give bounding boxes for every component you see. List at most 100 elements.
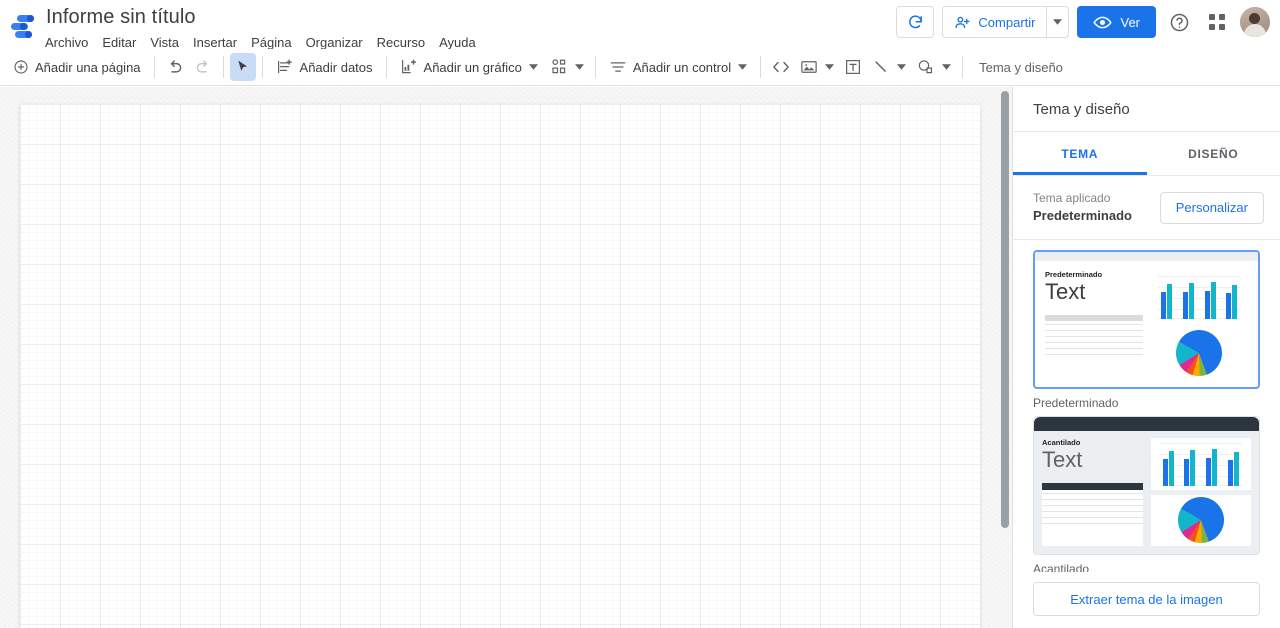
toolbar-divider	[594, 56, 596, 78]
preview-table	[1045, 315, 1143, 379]
add-data-icon	[276, 58, 294, 76]
looker-studio-window: Informe sin título Archivo Editar Vista …	[0, 0, 1280, 628]
add-data-label: Añadir datos	[299, 59, 373, 75]
looker-studio-logo-icon	[9, 13, 35, 39]
chevron-down-icon	[897, 64, 907, 70]
insert-shape-button[interactable]	[911, 53, 956, 81]
community-visualization-icon	[550, 58, 568, 76]
add-chart-label: Añadir un gráfico	[423, 59, 522, 75]
toolbar-divider	[962, 56, 964, 78]
code-embed-icon	[772, 60, 790, 74]
refresh-icon	[907, 14, 924, 31]
person-add-icon	[954, 14, 971, 31]
eye-icon	[1093, 13, 1113, 32]
applied-theme-label: Tema aplicado	[1033, 191, 1111, 205]
add-page-label: Añadir una página	[35, 59, 141, 75]
insert-image-button[interactable]	[795, 53, 839, 81]
title-and-menu: Informe sin título Archivo Editar Vista …	[44, 0, 483, 54]
preview-left: Predeterminado Text	[1045, 270, 1143, 379]
report-canvas-area[interactable]	[0, 87, 1012, 628]
toolbar-divider	[760, 56, 762, 78]
apps-grid-icon	[1208, 13, 1226, 31]
top-bar: Informe sin título Archivo Editar Vista …	[0, 0, 1280, 50]
preview-table	[1042, 483, 1143, 546]
share-dropdown-button[interactable]	[1046, 7, 1068, 37]
theme-list[interactable]: Predeterminado Text Predeterminado Acant…	[1013, 240, 1280, 572]
theme-name-acantilado: Acantilado	[1033, 562, 1090, 572]
extract-theme-from-image-button[interactable]: Extraer tema de la imagen	[1033, 582, 1260, 616]
report-page[interactable]	[20, 104, 980, 628]
help-circle-icon	[1169, 12, 1190, 33]
customize-button[interactable]: Personalizar	[1159, 191, 1264, 224]
applied-theme-row: Tema aplicado Predeterminado Personaliza…	[1013, 176, 1280, 240]
insert-line-button[interactable]	[867, 53, 911, 81]
panel-tabs: TEMA DISEÑO	[1013, 132, 1280, 176]
chevron-down-icon	[528, 64, 538, 70]
add-chart-button[interactable]: Añadir un gráfico	[393, 53, 545, 81]
preview-body: Predeterminado Text	[1035, 261, 1258, 387]
preview-table-rows	[1045, 321, 1143, 355]
share-button-group: Compartir	[942, 6, 1070, 38]
toolbar-divider	[222, 56, 224, 78]
applied-theme-text: Tema aplicado Predeterminado	[1033, 190, 1132, 225]
preview-pie-chart	[1151, 327, 1249, 379]
apps-button[interactable]	[1202, 7, 1232, 37]
preview-pie-chart	[1150, 494, 1251, 546]
view-button[interactable]: Ver	[1077, 6, 1156, 38]
preview-right	[1150, 438, 1251, 546]
preview-left: Acantilado Text	[1042, 438, 1143, 546]
preview-table-header	[1042, 483, 1143, 490]
theme-and-layout-toolbar-label[interactable]: Tema y diseño	[969, 60, 1073, 75]
plus-circle-icon	[13, 59, 29, 75]
add-page-button[interactable]: Añadir una página	[6, 53, 148, 81]
undo-button[interactable]	[161, 53, 189, 81]
theme-entry-acantilado: Acantilado Text Acantilado	[1013, 416, 1280, 572]
community-visualization-button[interactable]	[545, 53, 589, 81]
view-label: Ver	[1120, 14, 1140, 30]
shape-icon	[916, 58, 935, 76]
theme-and-layout-panel: Tema y diseño TEMA DISEÑO Tema aplicado …	[1012, 87, 1280, 628]
add-control-label: Añadir un control	[632, 59, 732, 75]
preview-sample-text: Text	[1042, 447, 1083, 472]
embed-code-button[interactable]	[767, 53, 795, 81]
preview-sample-text: Text	[1045, 279, 1086, 304]
theme-preview: Predeterminado Text	[1035, 252, 1258, 387]
document-title[interactable]: Informe sin título	[44, 4, 198, 30]
refresh-button[interactable]	[896, 6, 935, 38]
top-bar-actions: Compartir Ver	[896, 6, 1270, 38]
toolbar-divider	[153, 56, 155, 78]
add-data-button[interactable]: Añadir datos	[269, 53, 380, 81]
theme-card-predeterminado[interactable]: Predeterminado Text	[1033, 250, 1260, 389]
chevron-down-icon	[825, 64, 835, 70]
preview-topbar	[1035, 252, 1258, 261]
cursor-arrow-icon	[235, 59, 251, 75]
preview-right	[1151, 270, 1249, 379]
toolbar-divider	[385, 56, 387, 78]
theme-entry-predeterminado: Predeterminado Text Predeterminado	[1013, 250, 1280, 410]
chevron-down-icon	[574, 64, 584, 70]
redo-button[interactable]	[189, 53, 217, 81]
chevron-down-icon	[738, 64, 748, 70]
preview-topbar	[1034, 417, 1259, 431]
preview-bar-chart	[1150, 438, 1251, 490]
tab-diseno[interactable]: DISEÑO	[1147, 132, 1280, 175]
undo-icon	[166, 58, 184, 76]
chevron-down-icon	[942, 64, 952, 70]
redo-icon	[194, 58, 212, 76]
toolbar-divider	[261, 56, 263, 78]
filter-control-icon	[609, 58, 627, 76]
avatar[interactable]	[1240, 7, 1270, 37]
tab-tema[interactable]: TEMA	[1013, 132, 1147, 175]
line-icon	[872, 58, 890, 76]
applied-theme-value: Predeterminado	[1033, 208, 1132, 223]
bar-chart-add-icon	[400, 58, 418, 76]
add-control-button[interactable]: Añadir un control	[602, 53, 754, 81]
share-button[interactable]: Compartir	[943, 7, 1046, 37]
preview-table-rows	[1042, 490, 1143, 524]
insert-textbox-button[interactable]	[839, 53, 867, 81]
select-tool-button[interactable]	[229, 53, 256, 81]
canvas-vertical-scrollbar[interactable]	[1001, 91, 1009, 528]
theme-card-acantilado[interactable]: Acantilado Text	[1033, 416, 1260, 555]
help-button[interactable]	[1164, 7, 1194, 37]
panel-footer: Extraer tema de la imagen	[1013, 572, 1280, 628]
